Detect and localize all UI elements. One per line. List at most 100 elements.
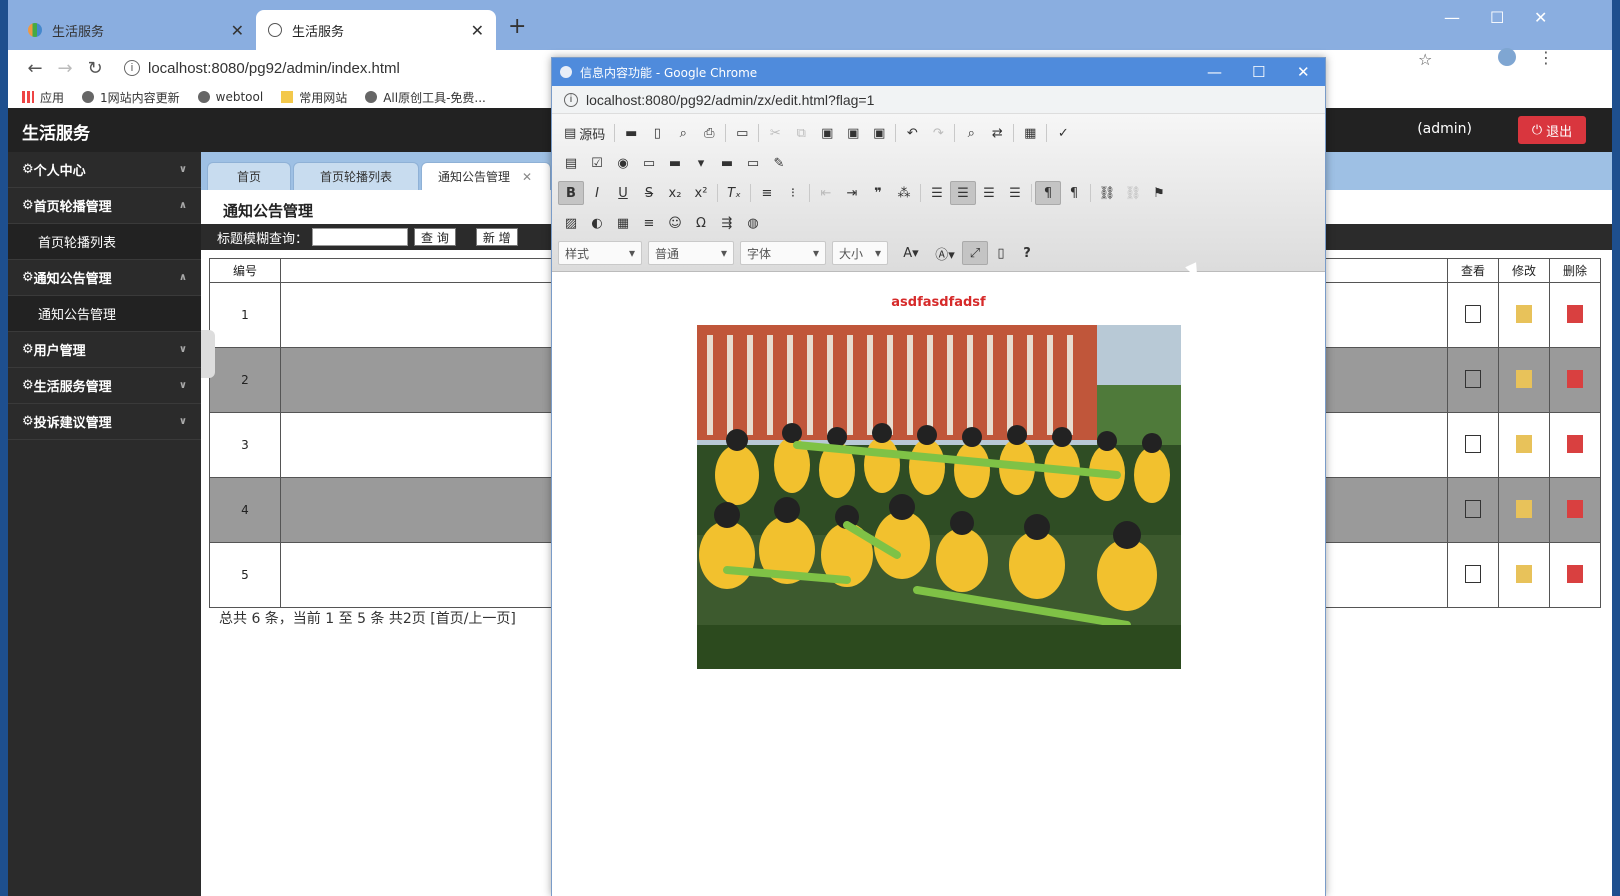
star-icon[interactable]: ☆ — [1418, 50, 1432, 69]
tab-carousel-list[interactable]: 首页轮播列表 — [293, 162, 419, 190]
div-container-icon[interactable]: ⁂ — [891, 181, 917, 205]
flash-icon[interactable]: ◐ — [584, 211, 610, 235]
templates-icon[interactable]: ▭ — [729, 121, 755, 145]
find-icon[interactable]: ⌕ — [958, 121, 984, 145]
superscript-icon[interactable]: x² — [688, 181, 714, 205]
sidebar-subitem-carousel-list[interactable]: 首页轮播列表 — [8, 224, 201, 260]
bookmark-apps[interactable]: 应用 — [22, 89, 64, 106]
content-photo[interactable] — [697, 325, 1181, 669]
checkbox-icon[interactable]: ☑ — [584, 151, 610, 175]
link-icon[interactable]: ⛓ — [1094, 181, 1120, 205]
page-break-icon[interactable]: ⇶ — [714, 211, 740, 235]
paste-text-icon[interactable]: ▣ — [840, 121, 866, 145]
button-field-icon[interactable]: ▬ — [714, 151, 740, 175]
source-button[interactable]: ▤ 源码 — [558, 121, 611, 145]
maximize-icon[interactable]: ☐ — [1490, 8, 1504, 27]
preview-icon[interactable]: ⌕ — [670, 121, 696, 145]
bookmark-item[interactable]: All原创工具-免费... — [365, 89, 486, 106]
redo-icon[interactable]: ↷ — [925, 121, 951, 145]
save-icon[interactable]: ▬ — [618, 121, 644, 145]
cut-icon[interactable]: ✂ — [762, 121, 788, 145]
image-icon[interactable]: ▨ — [558, 211, 584, 235]
italic-icon[interactable]: I — [584, 181, 610, 205]
view-button[interactable] — [1447, 347, 1499, 413]
help-button[interactable]: ? — [1014, 241, 1040, 265]
profile-avatar[interactable] — [1498, 48, 1516, 66]
anchor-flag-icon[interactable]: ⚑ — [1146, 181, 1172, 205]
underline-icon[interactable]: U — [610, 181, 636, 205]
table-icon[interactable]: ▦ — [610, 211, 636, 235]
editor-content-area[interactable]: asdfasdfadsf — [552, 273, 1325, 896]
search-button[interactable]: 查 询 — [414, 228, 456, 246]
title-search-input[interactable] — [312, 228, 409, 246]
spellcheck-icon[interactable]: ✓ — [1050, 121, 1076, 145]
close-tab-icon[interactable]: ✕ — [471, 21, 484, 40]
align-center-icon[interactable]: ☰ — [950, 181, 976, 205]
edit-button[interactable] — [1498, 347, 1550, 413]
back-icon[interactable]: ← — [20, 58, 50, 79]
font-select[interactable]: 字体 ▾ — [740, 241, 826, 265]
bold-icon[interactable]: B — [558, 181, 584, 205]
delete-button[interactable] — [1549, 282, 1601, 348]
bookmark-item[interactable]: 1网站内容更新 — [82, 89, 180, 106]
tab-home[interactable]: 首页 — [207, 162, 291, 190]
sidebar-item-user-management[interactable]: ⚙ 用户管理 ∨ — [8, 332, 201, 368]
browser-tab-2[interactable]: 生活服务 ✕ — [256, 10, 496, 50]
maximize-icon[interactable]: ☐ — [1252, 63, 1265, 81]
replace-icon[interactable]: ⇄ — [984, 121, 1010, 145]
close-window-icon[interactable]: ✕ — [1297, 63, 1310, 81]
bookmark-item[interactable]: webtool — [197, 90, 263, 104]
undo-icon[interactable]: ↶ — [899, 121, 925, 145]
smiley-icon[interactable]: ☺ — [662, 211, 688, 235]
align-left-icon[interactable]: ☰ — [924, 181, 950, 205]
edit-button[interactable] — [1498, 477, 1550, 543]
iframe-globe-icon[interactable]: ◍ — [740, 211, 766, 235]
justify-icon[interactable]: ☰ — [1002, 181, 1028, 205]
delete-button[interactable] — [1549, 542, 1601, 608]
horizontal-line-icon[interactable]: ≡ — [636, 211, 662, 235]
close-tab-icon[interactable]: ✕ — [231, 21, 244, 40]
strikethrough-icon[interactable]: S — [636, 181, 662, 205]
ltr-icon[interactable]: ¶ — [1035, 181, 1061, 205]
remove-format-icon[interactable]: Tₓ — [721, 181, 747, 205]
sidebar-item-notice-management[interactable]: ⚙ 通知公告管理 ∧ — [8, 260, 201, 296]
numbered-list-icon[interactable]: ≡ — [754, 181, 780, 205]
view-button[interactable] — [1447, 542, 1499, 608]
sidebar-subitem-notice-management[interactable]: 通知公告管理 — [8, 296, 201, 332]
delete-button[interactable] — [1549, 412, 1601, 478]
hidden-field-icon[interactable]: ✎ — [766, 151, 792, 175]
tab-notice-management[interactable]: 通知公告管理 ✕ — [421, 162, 551, 190]
view-button[interactable] — [1447, 282, 1499, 348]
size-select[interactable]: 大小 ▾ — [832, 241, 888, 265]
style-select[interactable]: 样式 ▾ — [558, 241, 642, 265]
special-char-icon[interactable]: Ω — [688, 211, 714, 235]
new-tab-button[interactable]: + — [508, 14, 526, 39]
info-icon[interactable]: i — [124, 60, 140, 76]
sidebar-item-life-service-management[interactable]: ⚙ 生活服务管理 ∨ — [8, 368, 201, 404]
rtl-icon[interactable]: ¶ — [1061, 181, 1087, 205]
close-window-icon[interactable]: ✕ — [1534, 8, 1547, 27]
logout-button[interactable]: ⏻ 退出 — [1518, 116, 1586, 144]
outdent-icon[interactable]: ⇤ — [813, 181, 839, 205]
sidebar-collapse-handle[interactable] — [201, 330, 215, 378]
select-field-icon[interactable]: ▾ — [688, 151, 714, 175]
delete-button[interactable] — [1549, 477, 1601, 543]
new-page-icon[interactable]: ▯ — [644, 121, 670, 145]
edit-button[interactable] — [1498, 412, 1550, 478]
format-select[interactable]: 普通 ▾ — [648, 241, 734, 265]
image-button-icon[interactable]: ▭ — [740, 151, 766, 175]
unlink-icon[interactable]: ⛓ — [1120, 181, 1146, 205]
textarea-icon[interactable]: ▬ — [662, 151, 688, 175]
bulleted-list-icon[interactable]: ⁝ — [780, 181, 806, 205]
form-icon[interactable]: ▤ — [558, 151, 584, 175]
close-icon[interactable]: ✕ — [522, 170, 532, 184]
indent-icon[interactable]: ⇥ — [839, 181, 865, 205]
print-icon[interactable]: ⎙ — [696, 121, 722, 145]
menu-dots-icon[interactable]: ⋮ — [1538, 48, 1554, 67]
edit-button[interactable] — [1498, 282, 1550, 348]
align-right-icon[interactable]: ☰ — [976, 181, 1002, 205]
paste-icon[interactable]: ▣ — [814, 121, 840, 145]
show-blocks-icon[interactable]: ▯ — [988, 241, 1014, 265]
blockquote-icon[interactable]: ❞ — [865, 181, 891, 205]
view-button[interactable] — [1447, 477, 1499, 543]
